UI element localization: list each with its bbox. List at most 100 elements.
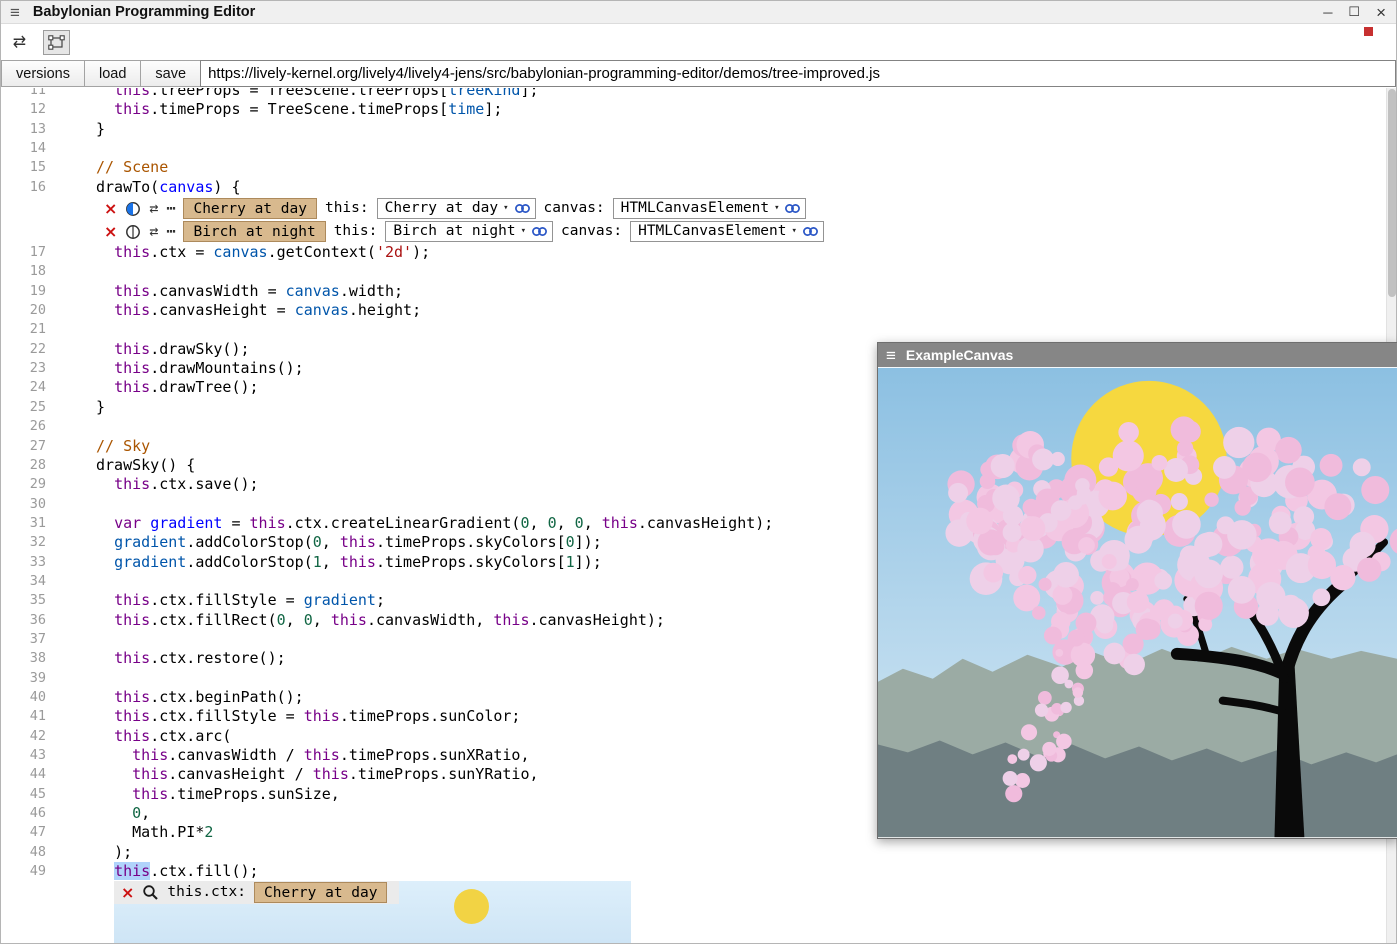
code-text[interactable]: // Sky — [46, 437, 150, 456]
canvas-label: canvas: — [544, 199, 605, 218]
line-number: 14 — [1, 139, 46, 158]
probe-widget: × this.ctx: Cherry at day — [114, 881, 631, 943]
line-number: 38 — [1, 649, 46, 668]
code-text[interactable]: this.ctx.beginPath(); — [46, 688, 304, 707]
code-line: 20 this.canvasHeight = canvas.height; — [1, 301, 1386, 320]
close-button[interactable]: × — [1376, 4, 1386, 21]
line-number: 39 — [1, 669, 46, 688]
menu-hamburger-icon[interactable]: ≡ — [10, 4, 20, 21]
line-number: 47 — [1, 823, 46, 842]
code-text[interactable]: this.timeProps.sunSize, — [46, 785, 340, 804]
code-text[interactable]: this.ctx.fillRect(0, 0, this.canvasWidth… — [46, 611, 665, 630]
this-value-dropdown[interactable]: Birch at night ▾ — [385, 221, 553, 242]
toggle-example-off-icon[interactable] — [125, 224, 141, 240]
switch-example-icon[interactable]: ⇄ — [149, 201, 158, 216]
line-number: 49 — [1, 862, 46, 881]
code-text[interactable]: } — [46, 120, 105, 139]
code-text[interactable]: this.timeProps = TreeScene.timeProps[tim… — [46, 100, 502, 119]
probe-example-button[interactable]: Cherry at day — [254, 882, 388, 903]
code-text[interactable] — [46, 669, 96, 688]
swap-view-button[interactable]: ⇄ — [6, 30, 33, 55]
code-text[interactable]: this.treeProps = TreeScene.treeProps[tre… — [46, 88, 539, 100]
delete-example-icon[interactable]: × — [104, 201, 117, 217]
widget-line: × ⇄ ⋯ Birch at night this: Birch at nigh… — [1, 220, 1386, 243]
line-number: 41 — [1, 707, 46, 726]
code-text[interactable]: Math.PI*2 — [46, 823, 213, 842]
link-icon[interactable] — [802, 225, 819, 238]
code-text[interactable]: this.canvasWidth = canvas.width; — [46, 282, 403, 301]
canvas-value-dropdown[interactable]: HTMLCanvasElement ▾ — [613, 198, 807, 219]
delete-probe-icon[interactable]: × — [121, 885, 134, 901]
code-line: 16drawTo(canvas) { — [1, 178, 1386, 197]
code-text[interactable]: // Scene — [46, 158, 168, 177]
this-value-dropdown[interactable]: Cherry at day ▾ — [377, 198, 536, 219]
versions-button[interactable]: versions — [1, 60, 85, 87]
code-line: 13} — [1, 120, 1386, 139]
code-text[interactable]: this.canvasHeight / this.timeProps.sunYR… — [46, 765, 539, 784]
example-name-button[interactable]: Cherry at day — [183, 198, 317, 219]
code-text[interactable]: this.ctx.restore(); — [46, 649, 286, 668]
code-text[interactable]: this.ctx.fillStyle = gradient; — [46, 591, 385, 610]
line-number: 30 — [1, 495, 46, 514]
page-title: Babylonian Programming Editor — [33, 4, 255, 20]
code-text[interactable]: var gradient = this.ctx.createLinearGrad… — [46, 514, 773, 533]
transform-tool-button[interactable] — [43, 30, 70, 55]
code-text[interactable] — [46, 262, 96, 281]
scrollbar-thumb[interactable] — [1388, 89, 1396, 297]
code-text[interactable]: this.ctx = canvas.getContext('2d'); — [46, 243, 430, 262]
save-button[interactable]: save — [140, 60, 201, 87]
toggle-example-on-icon[interactable] — [125, 201, 141, 217]
code-text[interactable]: gradient.addColorStop(1, this.timeProps.… — [46, 553, 602, 572]
code-text[interactable] — [46, 139, 96, 158]
bounding-box-icon — [48, 35, 65, 50]
inspect-icon[interactable] — [142, 884, 159, 901]
code-text[interactable]: this.drawMountains(); — [46, 359, 304, 378]
more-options-icon[interactable]: ⋯ — [166, 224, 175, 239]
code-text[interactable]: 0, — [46, 804, 150, 823]
url-input[interactable] — [200, 60, 1396, 87]
code-text[interactable]: drawTo(canvas) { — [46, 178, 241, 197]
example-canvas-titlebar[interactable]: ≡ ExampleCanvas — [878, 343, 1397, 367]
code-text[interactable]: this.drawSky(); — [46, 340, 250, 359]
code-text[interactable]: this.ctx.arc( — [46, 727, 231, 746]
link-icon[interactable] — [784, 202, 801, 215]
probe-header: × this.ctx: Cherry at day — [114, 881, 399, 904]
load-button[interactable]: load — [84, 60, 141, 87]
minimize-button[interactable]: ─ — [1323, 5, 1332, 20]
delete-example-icon[interactable]: × — [104, 224, 117, 240]
code-text[interactable]: this.ctx.save(); — [46, 475, 259, 494]
line-number: 44 — [1, 765, 46, 784]
code-text[interactable]: gradient.addColorStop(0, this.timeProps.… — [46, 533, 602, 552]
code-text[interactable]: ); — [46, 843, 132, 862]
chevron-down-icon: ▾ — [774, 199, 779, 218]
more-options-icon[interactable]: ⋯ — [166, 201, 175, 216]
code-text[interactable]: this.canvasHeight = canvas.height; — [46, 301, 421, 320]
example-canvas-window[interactable]: ≡ ExampleCanvas — [877, 342, 1397, 839]
code-text[interactable]: drawSky() { — [46, 456, 195, 475]
code-text[interactable]: } — [46, 398, 105, 417]
code-line: 18 — [1, 262, 1386, 281]
code-text[interactable]: this.ctx.fillStyle = this.timeProps.sunC… — [46, 707, 520, 726]
chevron-down-icon: ▾ — [503, 199, 508, 218]
code-text[interactable] — [46, 495, 96, 514]
code-text[interactable]: this.drawTree(); — [46, 378, 259, 397]
code-text[interactable]: this.canvasWidth / this.timeProps.sunXRa… — [46, 746, 530, 765]
line-number: 35 — [1, 591, 46, 610]
code-text[interactable]: this.ctx.fill(); — [46, 862, 259, 881]
code-text[interactable] — [46, 630, 96, 649]
link-icon[interactable] — [531, 225, 548, 238]
example-name-button[interactable]: Birch at night — [183, 221, 325, 242]
recording-indicator — [1364, 27, 1373, 36]
link-icon[interactable] — [514, 202, 531, 215]
line-number: 22 — [1, 340, 46, 359]
line-number: 13 — [1, 120, 46, 139]
window-menu-icon[interactable]: ≡ — [886, 347, 896, 364]
canvas-value-dropdown[interactable]: HTMLCanvasElement ▾ — [630, 221, 824, 242]
code-text[interactable] — [46, 572, 96, 591]
line-number: 19 — [1, 282, 46, 301]
code-text[interactable] — [46, 320, 96, 339]
code-text[interactable] — [46, 417, 96, 436]
maximize-button[interactable]: ☐ — [1348, 4, 1360, 20]
switch-example-icon[interactable]: ⇄ — [149, 224, 158, 239]
file-toolbar: versions load save — [1, 60, 1396, 87]
